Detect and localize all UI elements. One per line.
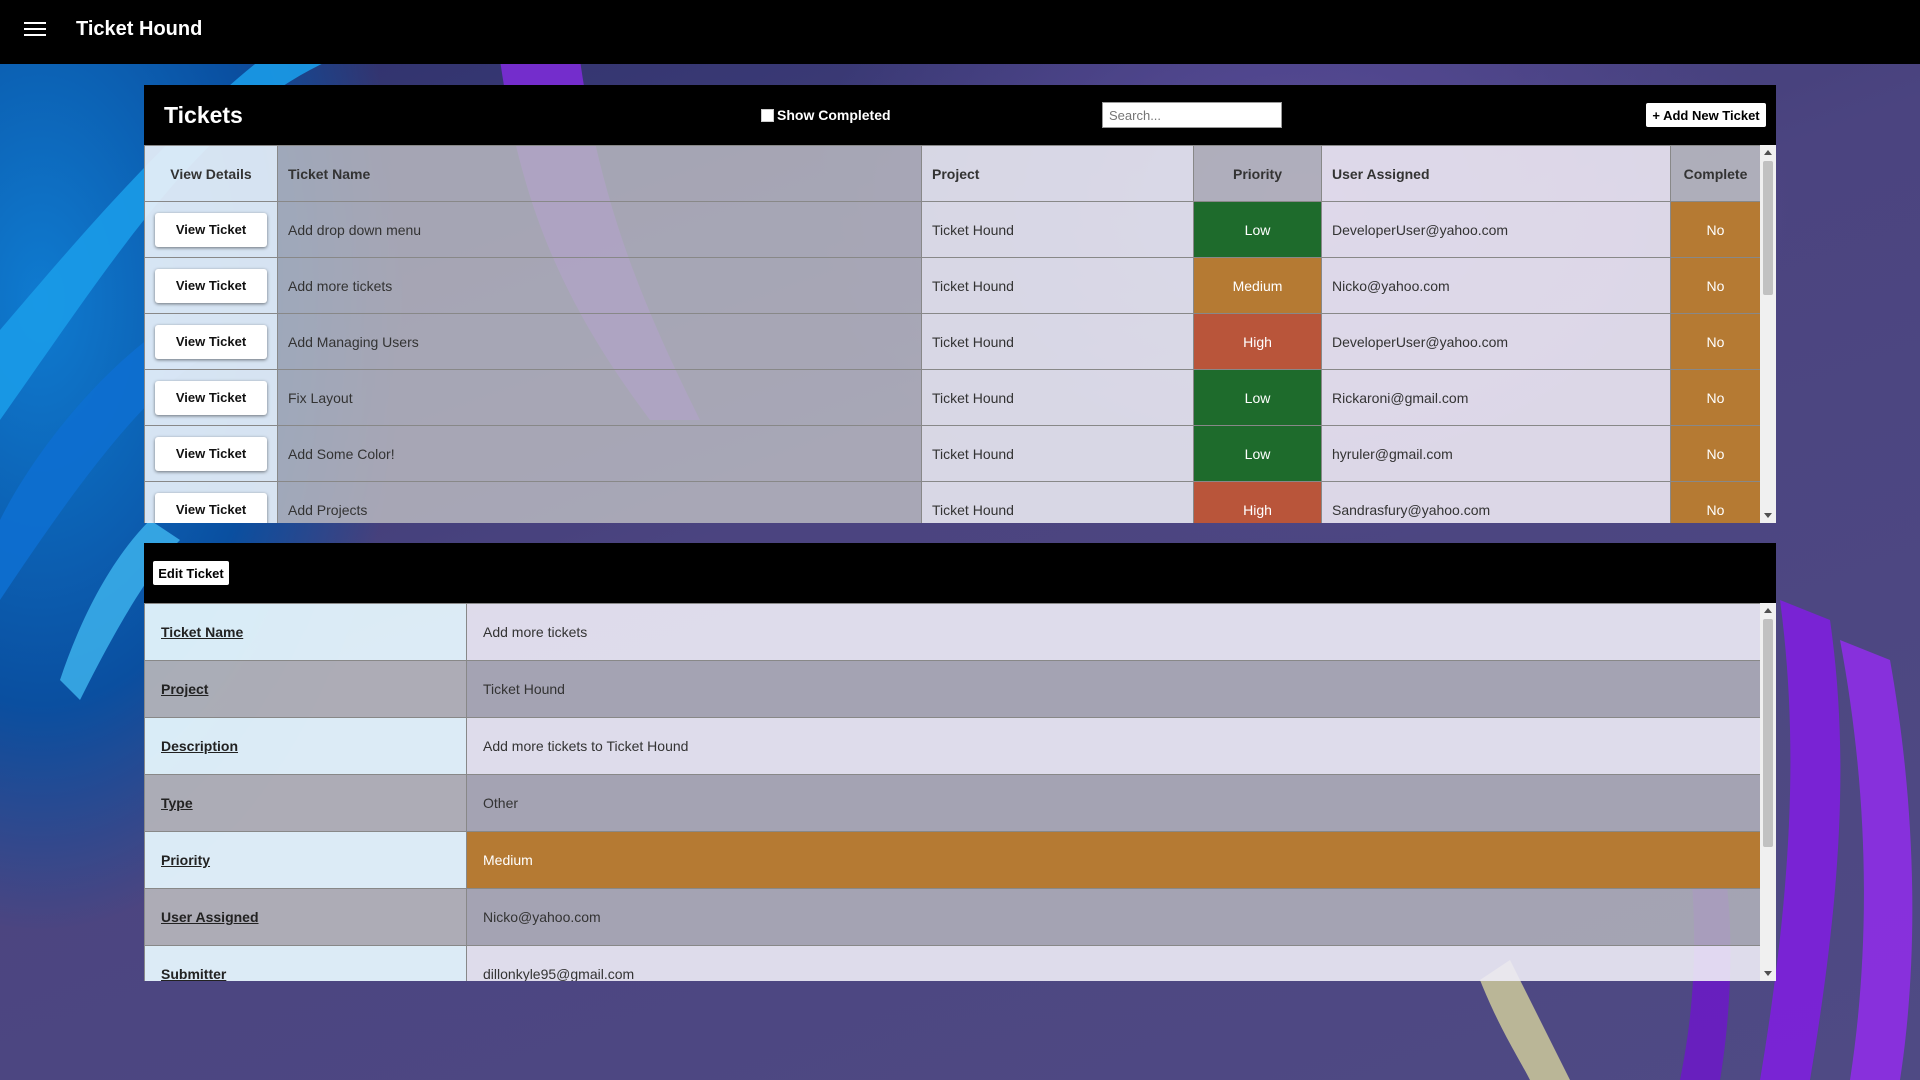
show-completed-label: Show Completed <box>777 107 891 123</box>
view-ticket-button[interactable]: View Ticket <box>155 268 267 303</box>
tickets-panel: Tickets Show Completed + Add New Ticket … <box>144 85 1776 523</box>
column-header-ticket-name[interactable]: Ticket Name <box>277 145 922 202</box>
detail-label: Priority <box>144 831 467 889</box>
ticket-name-cell: Fix Layout <box>277 369 922 426</box>
ticket-detail-table: Ticket Name Add more tickets Project Tic… <box>144 603 1760 981</box>
user-assigned-cell: DeveloperUser@yahoo.com <box>1321 201 1671 258</box>
user-assigned-cell: hyruler@gmail.com <box>1321 425 1671 482</box>
priority-cell: Low <box>1193 369 1322 426</box>
scroll-up-arrow-icon[interactable] <box>1764 608 1772 613</box>
column-header-view-details: View Details <box>144 145 278 202</box>
table-row: View Ticket Fix Layout Ticket Hound Low … <box>144 369 1760 426</box>
detail-row-ticket-name: Ticket Name Add more tickets <box>144 603 1760 661</box>
hamburger-menu-icon[interactable] <box>24 22 46 42</box>
detail-scrollbar[interactable] <box>1760 603 1776 981</box>
edit-ticket-button[interactable]: Edit Ticket <box>153 561 229 585</box>
view-ticket-button[interactable]: View Ticket <box>155 492 267 523</box>
detail-value: Other <box>466 774 1760 832</box>
priority-cell: Low <box>1193 201 1322 258</box>
view-ticket-button[interactable]: View Ticket <box>155 380 267 415</box>
table-row: View Ticket Add Projects Ticket Hound Hi… <box>144 481 1760 523</box>
complete-cell: No <box>1670 257 1760 314</box>
tickets-table: View Details Ticket Name Project Priorit… <box>144 145 1760 523</box>
tickets-table-header-row: View Details Ticket Name Project Priorit… <box>144 145 1760 202</box>
priority-cell: High <box>1193 481 1322 523</box>
scrollbar-thumb[interactable] <box>1763 619 1773 847</box>
user-assigned-cell: Sandrasfury@yahoo.com <box>1321 481 1671 523</box>
user-assigned-cell: Rickaroni@gmail.com <box>1321 369 1671 426</box>
scrollbar-thumb[interactable] <box>1763 161 1773 295</box>
complete-cell: No <box>1670 313 1760 370</box>
detail-row-project: Project Ticket Hound <box>144 660 1760 718</box>
ticket-detail-container: Ticket Name Add more tickets Project Tic… <box>144 603 1760 981</box>
scroll-down-arrow-icon[interactable] <box>1764 971 1772 976</box>
detail-value: Add more tickets <box>466 603 1760 661</box>
detail-row-type: Type Other <box>144 774 1760 832</box>
ticket-name-cell: Add more tickets <box>277 257 922 314</box>
detail-label: Description <box>144 717 467 775</box>
detail-row-user-assigned: User Assigned Nicko@yahoo.com <box>144 888 1760 946</box>
priority-cell: Low <box>1193 425 1322 482</box>
view-ticket-button[interactable]: View Ticket <box>155 212 267 247</box>
tickets-title: Tickets <box>164 102 243 128</box>
project-cell: Ticket Hound <box>921 481 1194 523</box>
project-cell: Ticket Hound <box>921 313 1194 370</box>
column-header-project[interactable]: Project <box>921 145 1194 202</box>
detail-label: Type <box>144 774 467 832</box>
priority-cell: High <box>1193 313 1322 370</box>
detail-label: User Assigned <box>144 888 467 946</box>
table-row: View Ticket Add Some Color! Ticket Hound… <box>144 425 1760 482</box>
top-app-bar: Ticket Hound <box>0 0 1920 64</box>
ticket-name-cell: Add Some Color! <box>277 425 922 482</box>
add-new-ticket-button[interactable]: + Add New Ticket <box>1646 103 1766 127</box>
view-ticket-button[interactable]: View Ticket <box>155 436 267 471</box>
detail-row-priority: Priority Medium <box>144 831 1760 889</box>
project-cell: Ticket Hound <box>921 369 1194 426</box>
user-assigned-cell: DeveloperUser@yahoo.com <box>1321 313 1671 370</box>
complete-cell: No <box>1670 201 1760 258</box>
column-header-priority[interactable]: Priority <box>1193 145 1322 202</box>
complete-cell: No <box>1670 425 1760 482</box>
project-cell: Ticket Hound <box>921 201 1194 258</box>
column-header-complete[interactable]: Complete <box>1670 145 1760 202</box>
ticket-detail-panel: Edit Ticket Ticket Name Add more tickets… <box>144 543 1776 981</box>
detail-value: Ticket Hound <box>466 660 1760 718</box>
ticket-name-cell: Add drop down menu <box>277 201 922 258</box>
detail-label: Project <box>144 660 467 718</box>
table-row: View Ticket Add Managing Users Ticket Ho… <box>144 313 1760 370</box>
view-ticket-button[interactable]: View Ticket <box>155 324 267 359</box>
table-row: View Ticket Add drop down menu Ticket Ho… <box>144 201 1760 258</box>
ticket-name-cell: Add Managing Users <box>277 313 922 370</box>
complete-cell: No <box>1670 369 1760 426</box>
show-completed-toggle[interactable]: Show Completed <box>761 107 891 123</box>
search-input[interactable] <box>1102 102 1282 128</box>
app-title: Ticket Hound <box>76 18 203 40</box>
complete-cell: No <box>1670 481 1760 523</box>
tickets-table-container: View Details Ticket Name Project Priorit… <box>144 145 1760 523</box>
table-row: View Ticket Add more tickets Ticket Houn… <box>144 257 1760 314</box>
detail-row-submitter: Submitter dillonkyle95@gmail.com <box>144 945 1760 981</box>
project-cell: Ticket Hound <box>921 257 1194 314</box>
detail-label: Ticket Name <box>144 603 467 661</box>
detail-row-description: Description Add more tickets to Ticket H… <box>144 717 1760 775</box>
scroll-up-arrow-icon[interactable] <box>1764 150 1772 155</box>
detail-value: Nicko@yahoo.com <box>466 888 1760 946</box>
priority-cell: Medium <box>1193 257 1322 314</box>
ticket-name-cell: Add Projects <box>277 481 922 523</box>
tickets-scrollbar[interactable] <box>1760 145 1776 523</box>
tickets-panel-header: Tickets Show Completed + Add New Ticket <box>144 85 1776 145</box>
column-header-user-assigned[interactable]: User Assigned <box>1321 145 1671 202</box>
detail-value: Medium <box>466 831 1760 889</box>
project-cell: Ticket Hound <box>921 425 1194 482</box>
detail-label: Submitter <box>144 945 467 981</box>
user-assigned-cell: Nicko@yahoo.com <box>1321 257 1671 314</box>
show-completed-checkbox[interactable] <box>761 108 774 122</box>
detail-value: dillonkyle95@gmail.com <box>466 945 1760 981</box>
detail-value: Add more tickets to Ticket Hound <box>466 717 1760 775</box>
ticket-detail-header: Edit Ticket <box>144 543 1776 603</box>
scroll-down-arrow-icon[interactable] <box>1764 513 1772 518</box>
